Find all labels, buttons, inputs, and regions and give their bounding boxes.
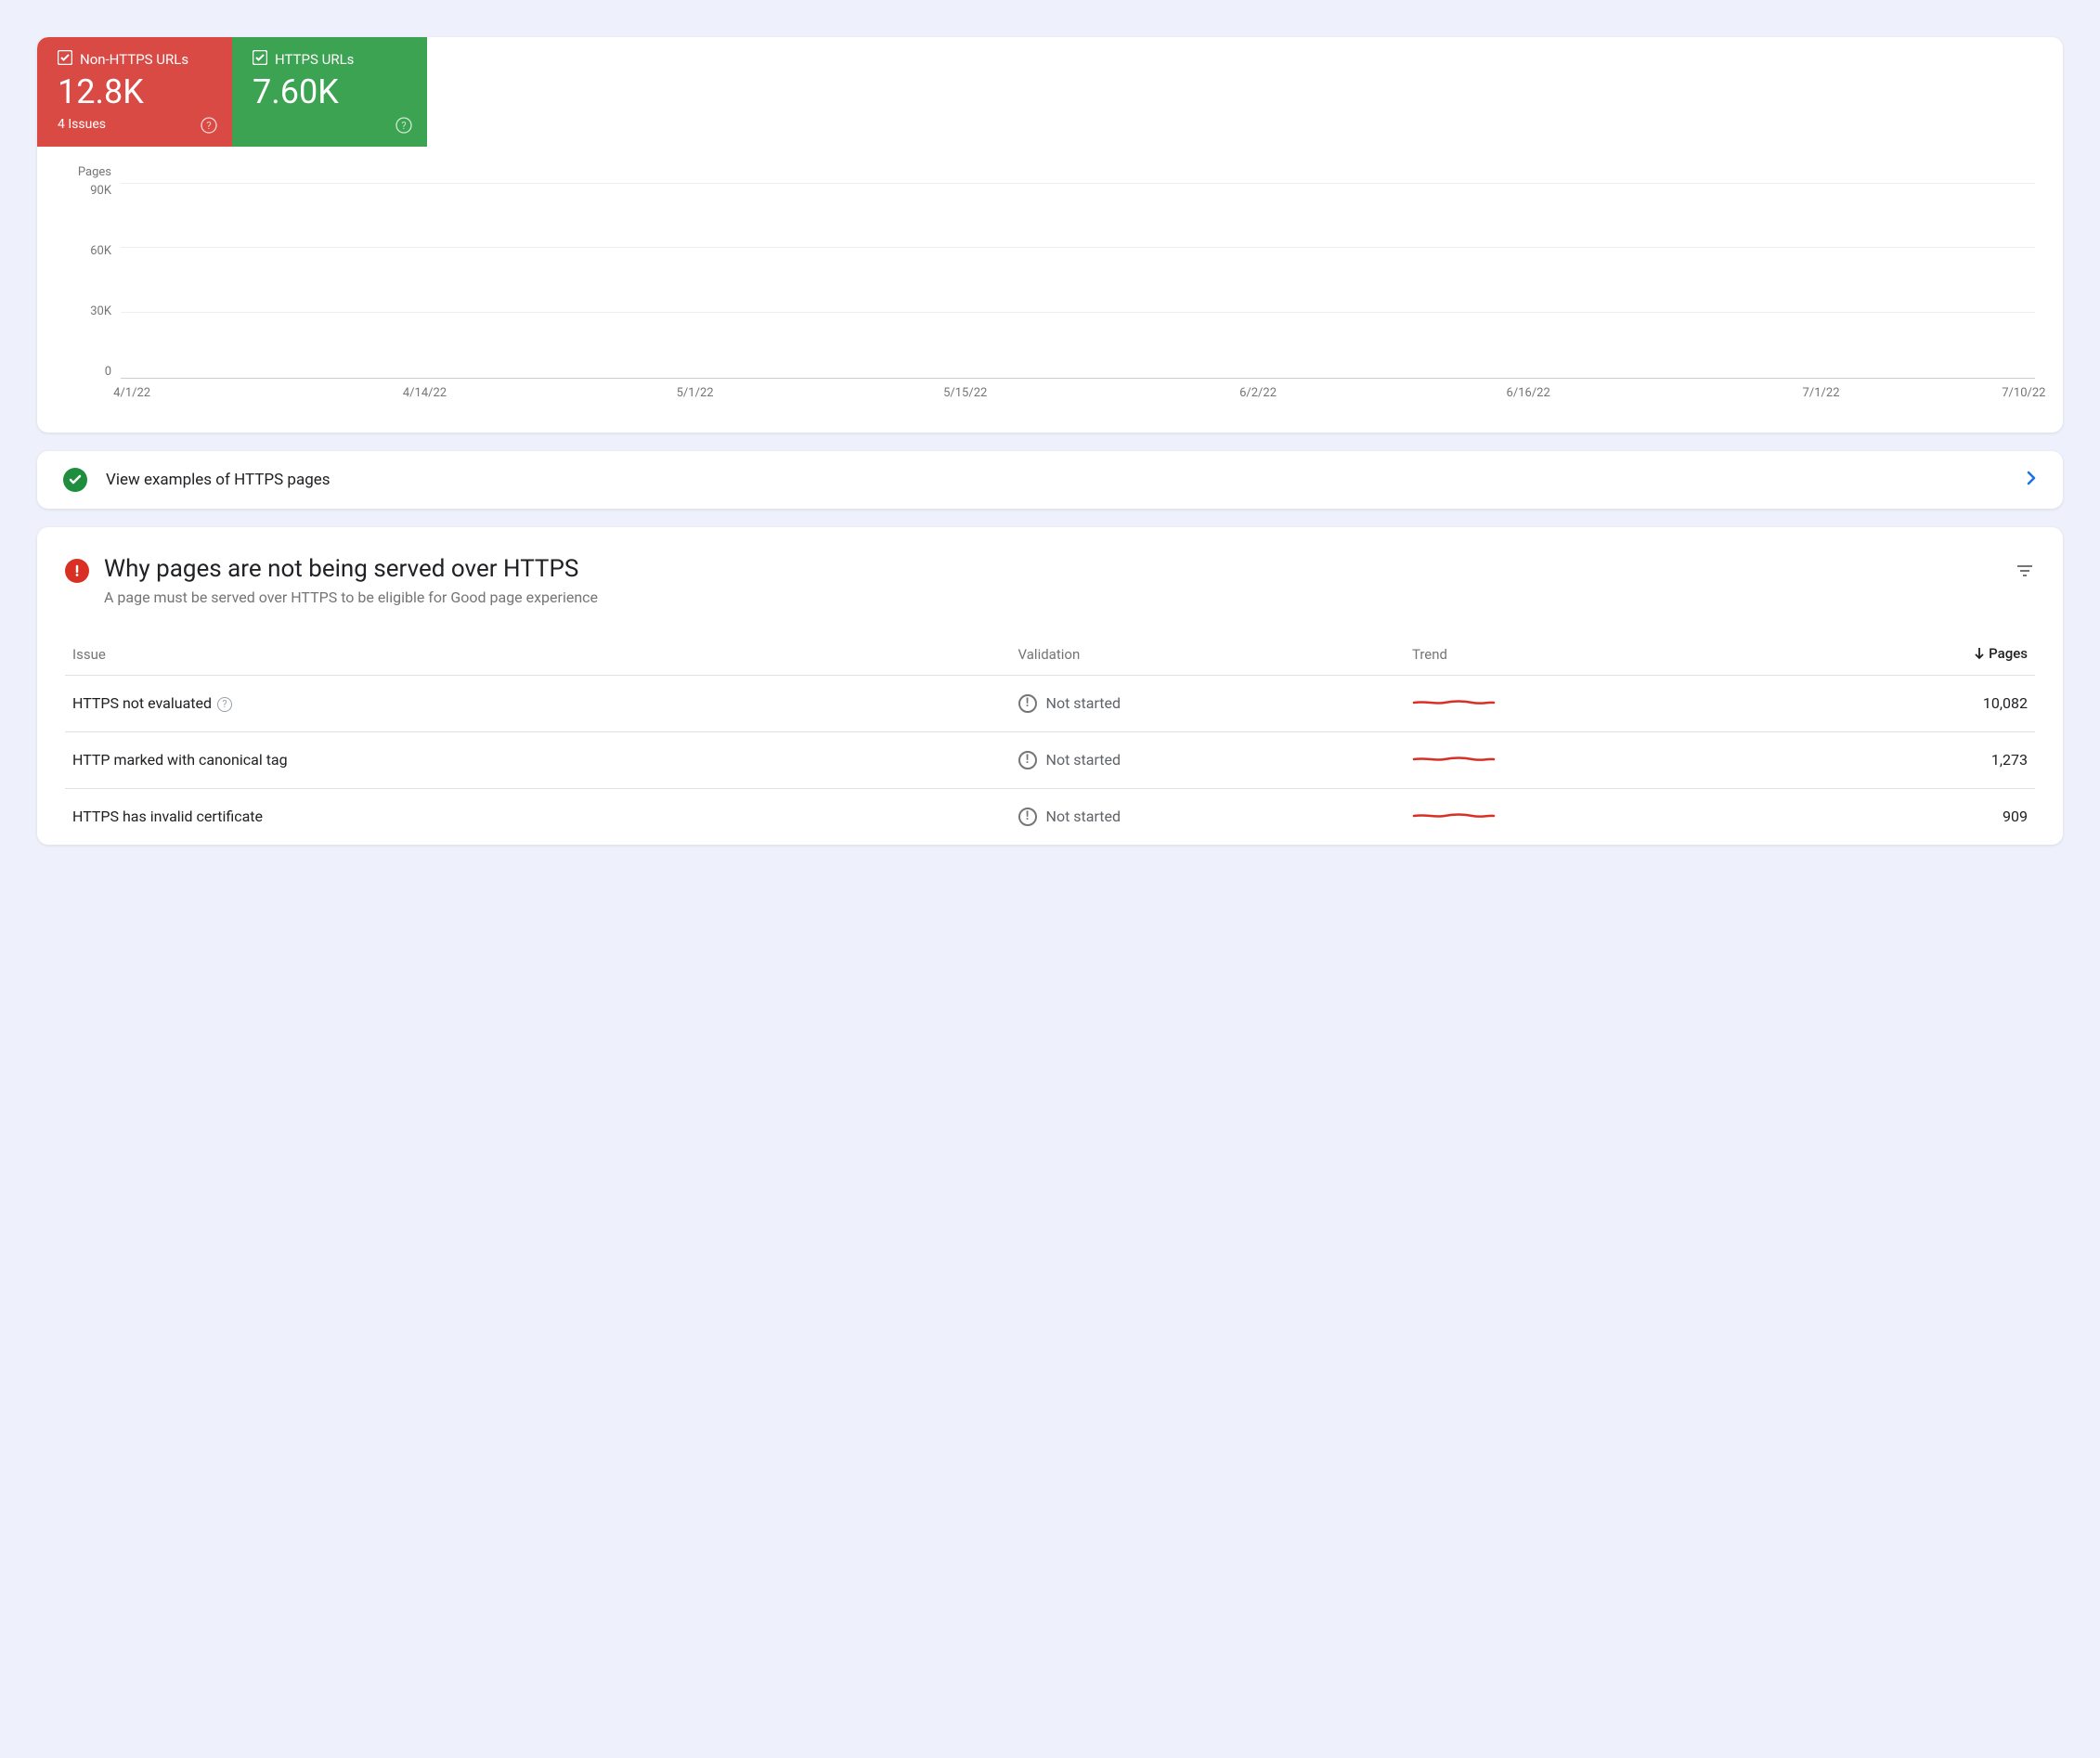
check-circle-icon bbox=[63, 468, 87, 492]
validation-status: Not started bbox=[1046, 694, 1121, 712]
stat-issues: 4 Issues bbox=[58, 117, 214, 134]
issues-subtitle: A page must be served over HTTPS to be e… bbox=[104, 588, 2000, 606]
validation-cell: ! Not started bbox=[1011, 675, 1405, 731]
chart-y-axis: Pages 90K60K30K0 bbox=[65, 184, 121, 379]
y-axis-title: Pages bbox=[78, 165, 111, 179]
trend-sparkline bbox=[1412, 806, 1496, 824]
view-examples-row[interactable]: View examples of HTTPS pages bbox=[37, 451, 2063, 509]
col-trend: Trend bbox=[1405, 634, 1720, 676]
x-tick: 5/1/22 bbox=[677, 386, 714, 400]
info-circle-icon: ! bbox=[1018, 751, 1037, 769]
stat-non-https[interactable]: Non-HTTPS URLs 12.8K 4 Issues ? bbox=[37, 37, 232, 147]
x-tick: 6/16/22 bbox=[1507, 386, 1550, 400]
issues-table: Issue Validation Trend Pages HTTPS not e… bbox=[65, 634, 2035, 845]
chevron-right-icon bbox=[2026, 470, 2037, 490]
validation-status: Not started bbox=[1046, 751, 1121, 769]
checkbox-checked-icon bbox=[253, 50, 267, 69]
pages-count: 909 bbox=[1719, 788, 2035, 845]
chart-x-axis: 4/1/224/14/225/1/225/15/226/2/226/16/227… bbox=[121, 386, 2035, 405]
svg-text:?: ? bbox=[401, 120, 406, 132]
stat-https[interactable]: HTTPS URLs 7.60K ? bbox=[232, 37, 427, 147]
filter-icon[interactable] bbox=[2015, 561, 2035, 585]
y-tick: 0 bbox=[105, 365, 111, 379]
issue-row[interactable]: HTTP marked with canonical tag! Not start… bbox=[65, 731, 2035, 788]
x-tick: 7/10/22 bbox=[2002, 386, 2045, 400]
y-tick: 60K bbox=[90, 244, 111, 258]
stat-label: HTTPS URLs bbox=[275, 51, 354, 68]
issues-card: Why pages are not being served over HTTP… bbox=[37, 527, 2063, 845]
issue-name: HTTPS has invalid certificate bbox=[65, 788, 1011, 845]
stats-row: Non-HTTPS URLs 12.8K 4 Issues ? HTTPS UR… bbox=[37, 37, 2063, 147]
info-circle-icon: ! bbox=[1018, 694, 1037, 713]
issue-name: HTTP marked with canonical tag bbox=[65, 731, 1011, 788]
issues-title: Why pages are not being served over HTTP… bbox=[104, 555, 2000, 583]
x-tick: 5/15/22 bbox=[943, 386, 987, 400]
trend-sparkline bbox=[1412, 692, 1496, 711]
https-summary-card: Non-HTTPS URLs 12.8K 4 Issues ? HTTPS UR… bbox=[37, 37, 2063, 433]
col-validation: Validation bbox=[1011, 634, 1405, 676]
svg-text:?: ? bbox=[206, 120, 211, 132]
help-icon[interactable]: ? bbox=[201, 117, 217, 134]
validation-cell: ! Not started bbox=[1011, 731, 1405, 788]
col-issue: Issue bbox=[65, 634, 1011, 676]
help-icon[interactable]: ? bbox=[395, 117, 412, 134]
stat-label: Non-HTTPS URLs bbox=[80, 51, 188, 68]
trend-cell bbox=[1405, 731, 1720, 788]
stat-value: 12.8K bbox=[58, 74, 214, 111]
alert-circle-icon bbox=[65, 559, 89, 583]
pages-count: 1,273 bbox=[1719, 731, 2035, 788]
pages-count: 10,082 bbox=[1719, 675, 2035, 731]
trend-sparkline bbox=[1412, 749, 1496, 768]
examples-text: View examples of HTTPS pages bbox=[106, 471, 2007, 489]
y-tick: 90K bbox=[90, 184, 111, 198]
arrow-down-icon bbox=[1974, 647, 1985, 660]
stat-value: 7.60K bbox=[253, 74, 408, 111]
trend-cell bbox=[1405, 675, 1720, 731]
issue-row[interactable]: HTTPS has invalid certificate! Not starte… bbox=[65, 788, 2035, 845]
x-tick: 6/2/22 bbox=[1239, 386, 1277, 400]
help-icon[interactable]: ? bbox=[217, 697, 232, 712]
chart-container: Pages 90K 60K 30K 0 4/1/22 4/14/22 5/1/22 5/15… bbox=[37, 147, 2063, 433]
x-tick: 4/14/22 bbox=[403, 386, 447, 400]
validation-status: Not started bbox=[1046, 808, 1121, 825]
chart-plot[interactable] bbox=[121, 184, 2035, 379]
col-pages[interactable]: Pages bbox=[1719, 634, 2035, 676]
validation-cell: ! Not started bbox=[1011, 788, 1405, 845]
checkbox-checked-icon bbox=[58, 50, 72, 69]
y-tick: 30K bbox=[90, 304, 111, 318]
info-circle-icon: ! bbox=[1018, 808, 1037, 826]
stat-issues bbox=[253, 117, 408, 134]
trend-cell bbox=[1405, 788, 1720, 845]
x-tick: 7/1/22 bbox=[1803, 386, 1840, 400]
issue-name: HTTPS not evaluated? bbox=[65, 675, 1011, 731]
issue-row[interactable]: HTTPS not evaluated?! Not started 10,082 bbox=[65, 675, 2035, 731]
x-tick: 4/1/22 bbox=[113, 386, 150, 400]
